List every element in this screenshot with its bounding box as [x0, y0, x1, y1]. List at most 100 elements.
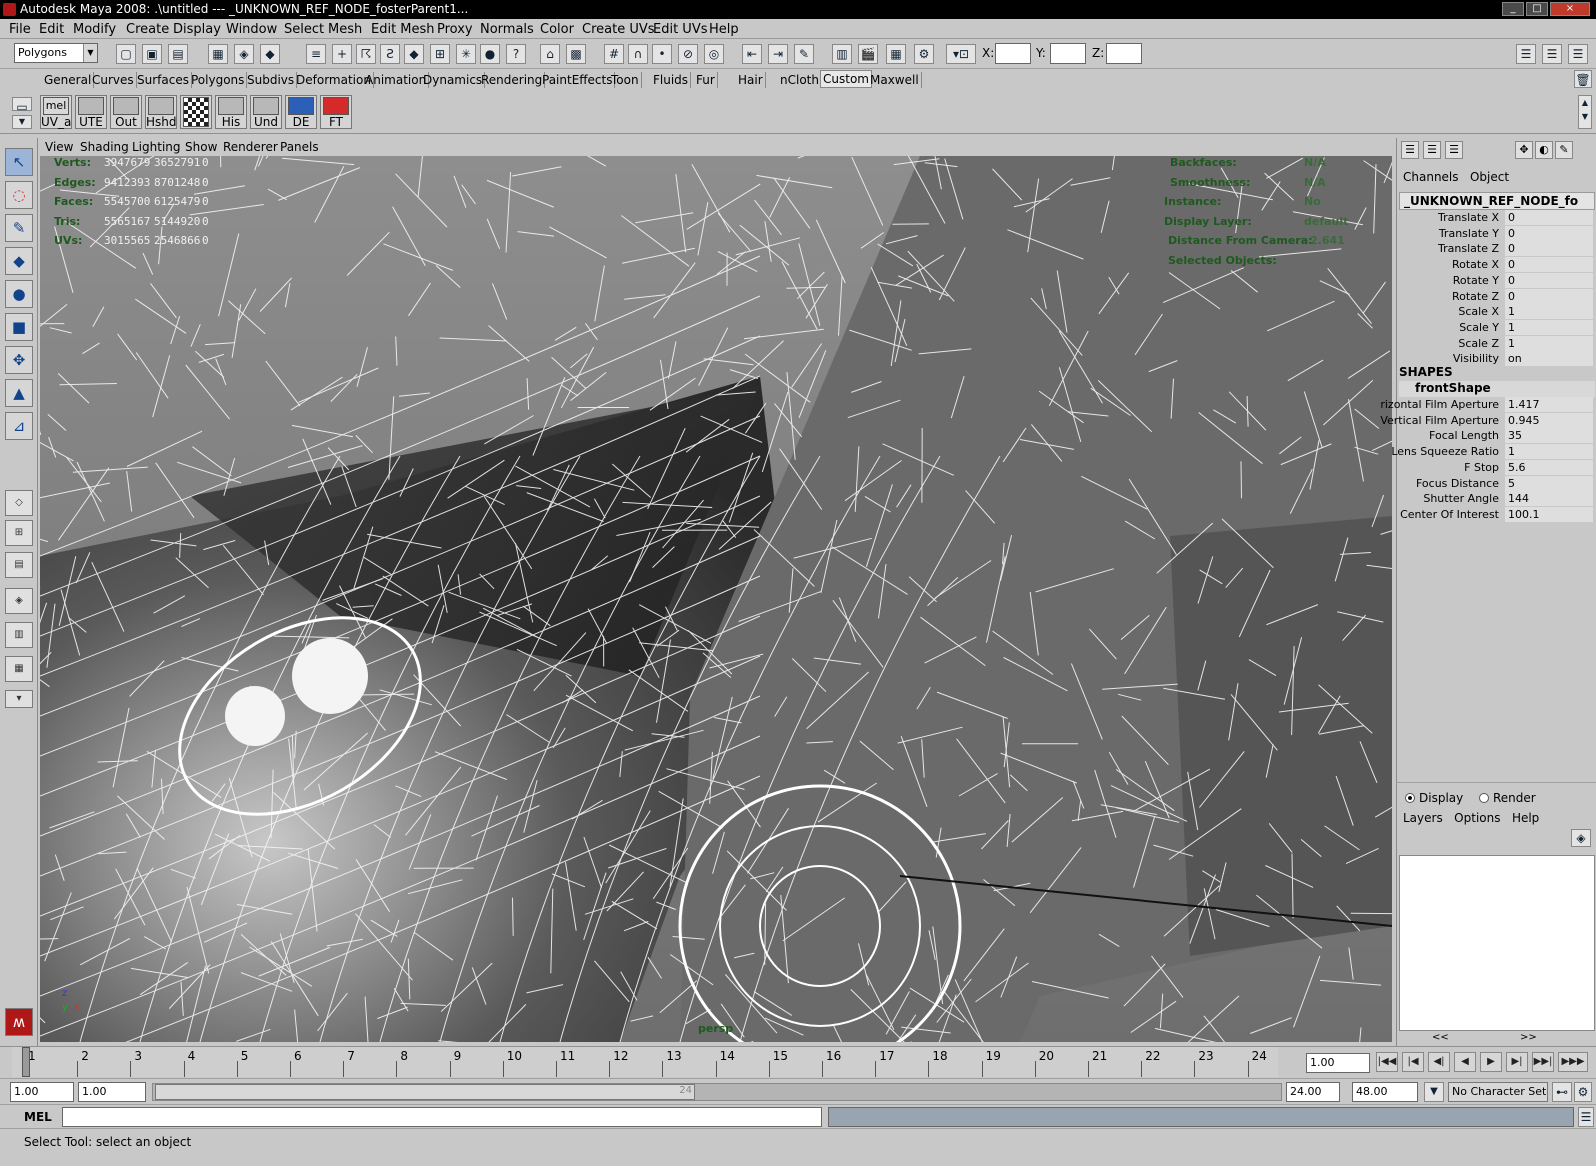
command-language-label[interactable]: MEL	[24, 1110, 52, 1124]
channel-box-toggle-icon[interactable]: ☰	[1568, 44, 1588, 64]
shelf-button-ft[interactable]: FT	[320, 95, 352, 129]
time-slider[interactable]: 1 2 3 4 5 6 7 8 9 10 11 12 13 14 15 16 17 18 19 20 21 22 23 24 …	[0, 1046, 1596, 1078]
tab-fluids[interactable]: Fluids	[651, 72, 692, 88]
channel-row[interactable]: Rotate Y 0	[1399, 272, 1595, 289]
select-handles-icon[interactable]: +	[332, 44, 352, 64]
snap-grid-icon[interactable]: #	[604, 44, 624, 64]
select-component-icon[interactable]: ◆	[260, 44, 280, 64]
close-button[interactable]: ×	[1550, 2, 1590, 16]
channel-value[interactable]: 100.1	[1505, 506, 1593, 522]
menu-channels[interactable]: Channels	[1403, 170, 1459, 184]
panel-menu-renderer[interactable]: Renderer	[223, 140, 278, 154]
menu-edit-uvs[interactable]: Edit UVs	[653, 22, 708, 37]
channel-value[interactable]: 5.6	[1505, 459, 1593, 475]
playback-end-field[interactable]: 24.00	[1286, 1082, 1340, 1102]
channel-row[interactable]: Scale Z 1	[1399, 335, 1595, 352]
menu-set-selector[interactable]: Polygons ▼	[14, 43, 98, 63]
step-forward-frame-button[interactable]: ▶▶|	[1532, 1052, 1554, 1072]
shelf-button-uv[interactable]: mel UV_a	[40, 95, 72, 129]
go-to-end-button[interactable]: ▶▶▶	[1558, 1052, 1588, 1072]
open-scene-icon[interactable]: ▣	[142, 44, 162, 64]
channel-row[interactable]: Focus Distance 5	[1399, 475, 1595, 492]
menu-options[interactable]: Options	[1454, 811, 1500, 825]
menu-help[interactable]: Help	[709, 22, 739, 37]
channel-row[interactable]: Lens Squeeze Ratio 1	[1391, 444, 1595, 460]
shelf-button-de[interactable]: DE	[285, 95, 317, 129]
paint-select-tool-icon[interactable]: ✎	[5, 214, 33, 242]
channel-value[interactable]: 1	[1505, 319, 1593, 335]
lock-selection-icon[interactable]: ⌂	[540, 44, 560, 64]
tab-custom[interactable]: Custom	[820, 70, 872, 88]
shelf-options-icon[interactable]: ▼	[12, 115, 32, 129]
play-backwards-button[interactable]: ◀	[1454, 1052, 1476, 1072]
menu-display[interactable]: Display	[173, 22, 221, 37]
select-rendering-icon[interactable]: ●	[480, 44, 500, 64]
manipulator-icon[interactable]: ✥	[1515, 141, 1533, 159]
rotate-tool-icon[interactable]: ●	[5, 280, 33, 308]
input-connections-icon[interactable]: ⇤	[742, 44, 762, 64]
channel-row[interactable]: Vertical Film Aperture 0.945	[1380, 412, 1595, 429]
tool-settings-toggle-icon[interactable]: ☰	[1542, 44, 1562, 64]
panel-menu-shading[interactable]: Shading	[80, 140, 129, 154]
render-view-icon[interactable]: ▥	[832, 44, 852, 64]
tab-subdivs[interactable]: Subdivs	[245, 72, 298, 88]
x-input[interactable]	[995, 43, 1031, 64]
shelf-button-out[interactable]: Out	[110, 95, 142, 129]
select-object-icon[interactable]: ◈	[234, 44, 254, 64]
scale-tool-icon[interactable]: ■	[5, 313, 33, 341]
select-surfaces-icon[interactable]: ◆	[404, 44, 424, 64]
channel-value[interactable]: 5	[1505, 475, 1593, 491]
output-connections-icon[interactable]: ⇥	[768, 44, 788, 64]
layout-options-icon[interactable]: ▾	[5, 690, 33, 708]
channel-value[interactable]: 35	[1505, 428, 1593, 444]
menu-normals[interactable]: Normals	[480, 22, 534, 37]
playback-start-field[interactable]: 1.00	[78, 1082, 146, 1102]
tab-deformation[interactable]: Deformation	[294, 72, 374, 88]
channel-row[interactable]: Translate X 0	[1399, 210, 1595, 226]
shelf-button-his[interactable]: His	[215, 95, 247, 129]
show-manipulator-icon[interactable]: ⊿	[5, 412, 33, 440]
new-scene-icon[interactable]: ▢	[116, 44, 136, 64]
menu-mesh[interactable]: Mesh	[328, 22, 362, 37]
select-curves-icon[interactable]: Ƨ	[380, 44, 400, 64]
current-frame-field[interactable]: 1.00	[1306, 1053, 1370, 1073]
scroll-left-button[interactable]: <<	[1432, 1032, 1449, 1043]
ipr-render-icon[interactable]: ▦	[886, 44, 906, 64]
tab-curves[interactable]: Curves	[90, 72, 137, 88]
shelf-button-ute[interactable]: UTE	[75, 95, 107, 129]
mask-icon[interactable]: ≡	[306, 44, 326, 64]
channel-value[interactable]: 0	[1505, 257, 1593, 273]
layer-list[interactable]	[1399, 855, 1595, 1031]
tab-ncloth[interactable]: nCloth	[778, 72, 822, 88]
channel-row[interactable]: Rotate X 0	[1399, 257, 1595, 273]
channel-value[interactable]: 0	[1505, 241, 1593, 257]
end-time-field[interactable]: 48.00	[1352, 1082, 1418, 1102]
channel-row[interactable]: Center Of Interest 100.1	[1399, 506, 1595, 523]
script-editor-icon[interactable]: ☰	[1578, 1107, 1594, 1127]
select-tool-icon[interactable]: ↖	[5, 148, 33, 176]
tab-toon[interactable]: Toon	[609, 72, 642, 88]
display-toggle-icon[interactable]: ◐	[1535, 141, 1553, 159]
tab-polygons[interactable]: Polygons	[189, 72, 248, 88]
menu-proxy[interactable]: Proxy	[437, 22, 473, 37]
save-scene-icon[interactable]: ▤	[168, 44, 188, 64]
soft-mod-tool-icon[interactable]: ▲	[5, 379, 33, 407]
menu-edit-mesh[interactable]: Edit Mesh	[371, 22, 435, 37]
move-tool-icon[interactable]: ◆	[5, 247, 33, 275]
make-live-icon[interactable]: ◎	[704, 44, 724, 64]
channel-row[interactable]: Translate Z 0	[1399, 241, 1595, 257]
select-misc-icon[interactable]: ?	[506, 44, 526, 64]
menu-color[interactable]: Color	[540, 22, 574, 37]
channel-value[interactable]: 0	[1505, 272, 1593, 288]
shape-node-name[interactable]: frontShape	[1399, 381, 1595, 397]
lasso-tool-icon[interactable]: ◌	[5, 181, 33, 209]
channel-row[interactable]: Scale X 1	[1399, 304, 1595, 320]
channel-row[interactable]: Focal Length 35	[1399, 428, 1595, 444]
attribute-editor-toggle-icon[interactable]: ☰	[1516, 44, 1536, 64]
go-to-start-button[interactable]: |◀◀	[1376, 1052, 1398, 1072]
brush-icon[interactable]: ✎	[1555, 141, 1573, 159]
menu-layer-help[interactable]: Help	[1512, 811, 1539, 825]
menu-select[interactable]: Select	[284, 22, 324, 37]
shelf-button-und[interactable]: Und	[250, 95, 282, 129]
chevron-down-icon[interactable]: ▼	[1424, 1082, 1444, 1102]
